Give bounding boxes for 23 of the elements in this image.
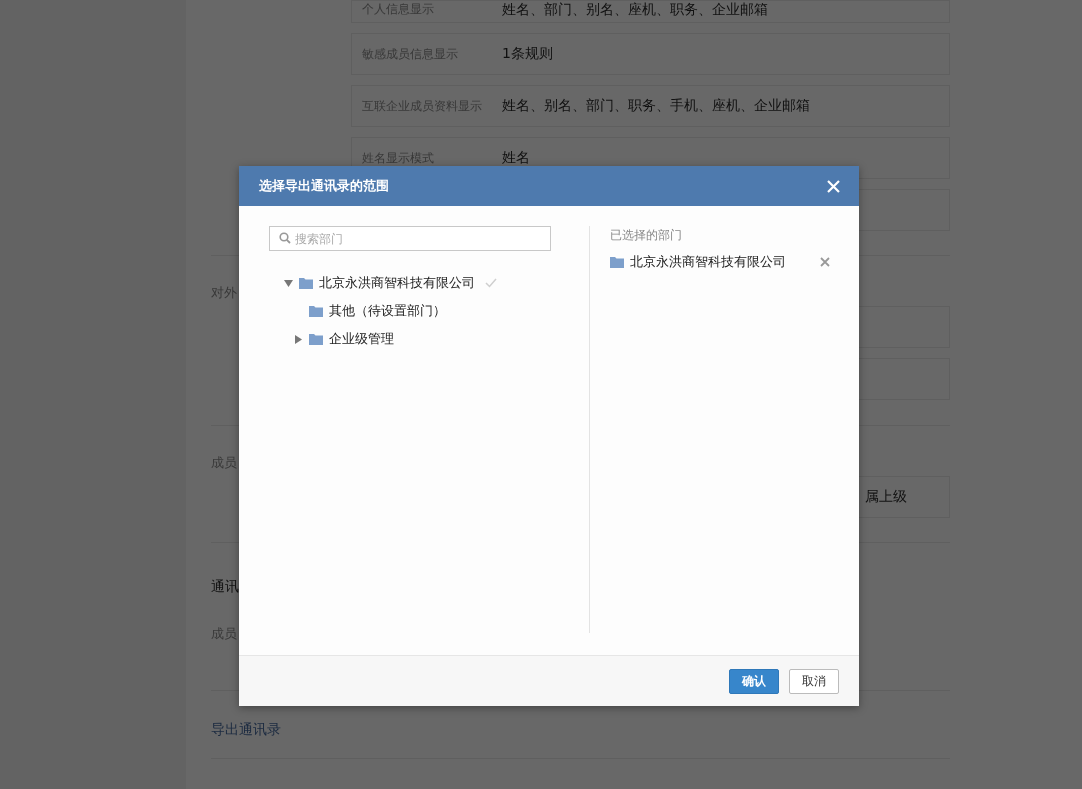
dialog-title: 选择导出通讯录的范围 xyxy=(259,177,389,195)
confirm-button[interactable]: 确认 xyxy=(729,668,779,694)
folder-icon xyxy=(299,277,313,289)
search-field[interactable]: 搜索部门 xyxy=(269,226,551,251)
close-icon[interactable] xyxy=(827,179,840,193)
setting-value: 属上级 xyxy=(865,488,907,506)
caret-down-icon[interactable] xyxy=(283,278,293,288)
folder-icon xyxy=(309,305,323,317)
tree-item[interactable]: 北京永洪商智科技有限公司 xyxy=(283,269,589,297)
setting-value: 1条规则 xyxy=(502,45,553,63)
cancel-button[interactable]: 取消 xyxy=(789,668,839,694)
folder-icon xyxy=(610,256,624,268)
panel-title: 已选择的部门 xyxy=(610,227,683,244)
setting-value: 姓名 xyxy=(502,149,530,167)
setting-value: 姓名、部门、别名、座机、职务、企业邮箱 xyxy=(502,1,768,19)
setting-value: 姓名、别名、部门、职务、手机、座机、企业邮箱 xyxy=(502,97,810,115)
selected-item: 北京永洪商智科技有限公司 xyxy=(610,248,830,276)
folder-icon xyxy=(309,333,323,345)
caret-right-icon[interactable] xyxy=(293,334,303,344)
remove-icon[interactable] xyxy=(820,257,830,267)
section-title: 通讯 xyxy=(211,578,239,596)
tree-item[interactable]: 企业级管理 xyxy=(293,325,589,353)
tree-item[interactable]: 其他（待设置部门） xyxy=(293,297,589,325)
